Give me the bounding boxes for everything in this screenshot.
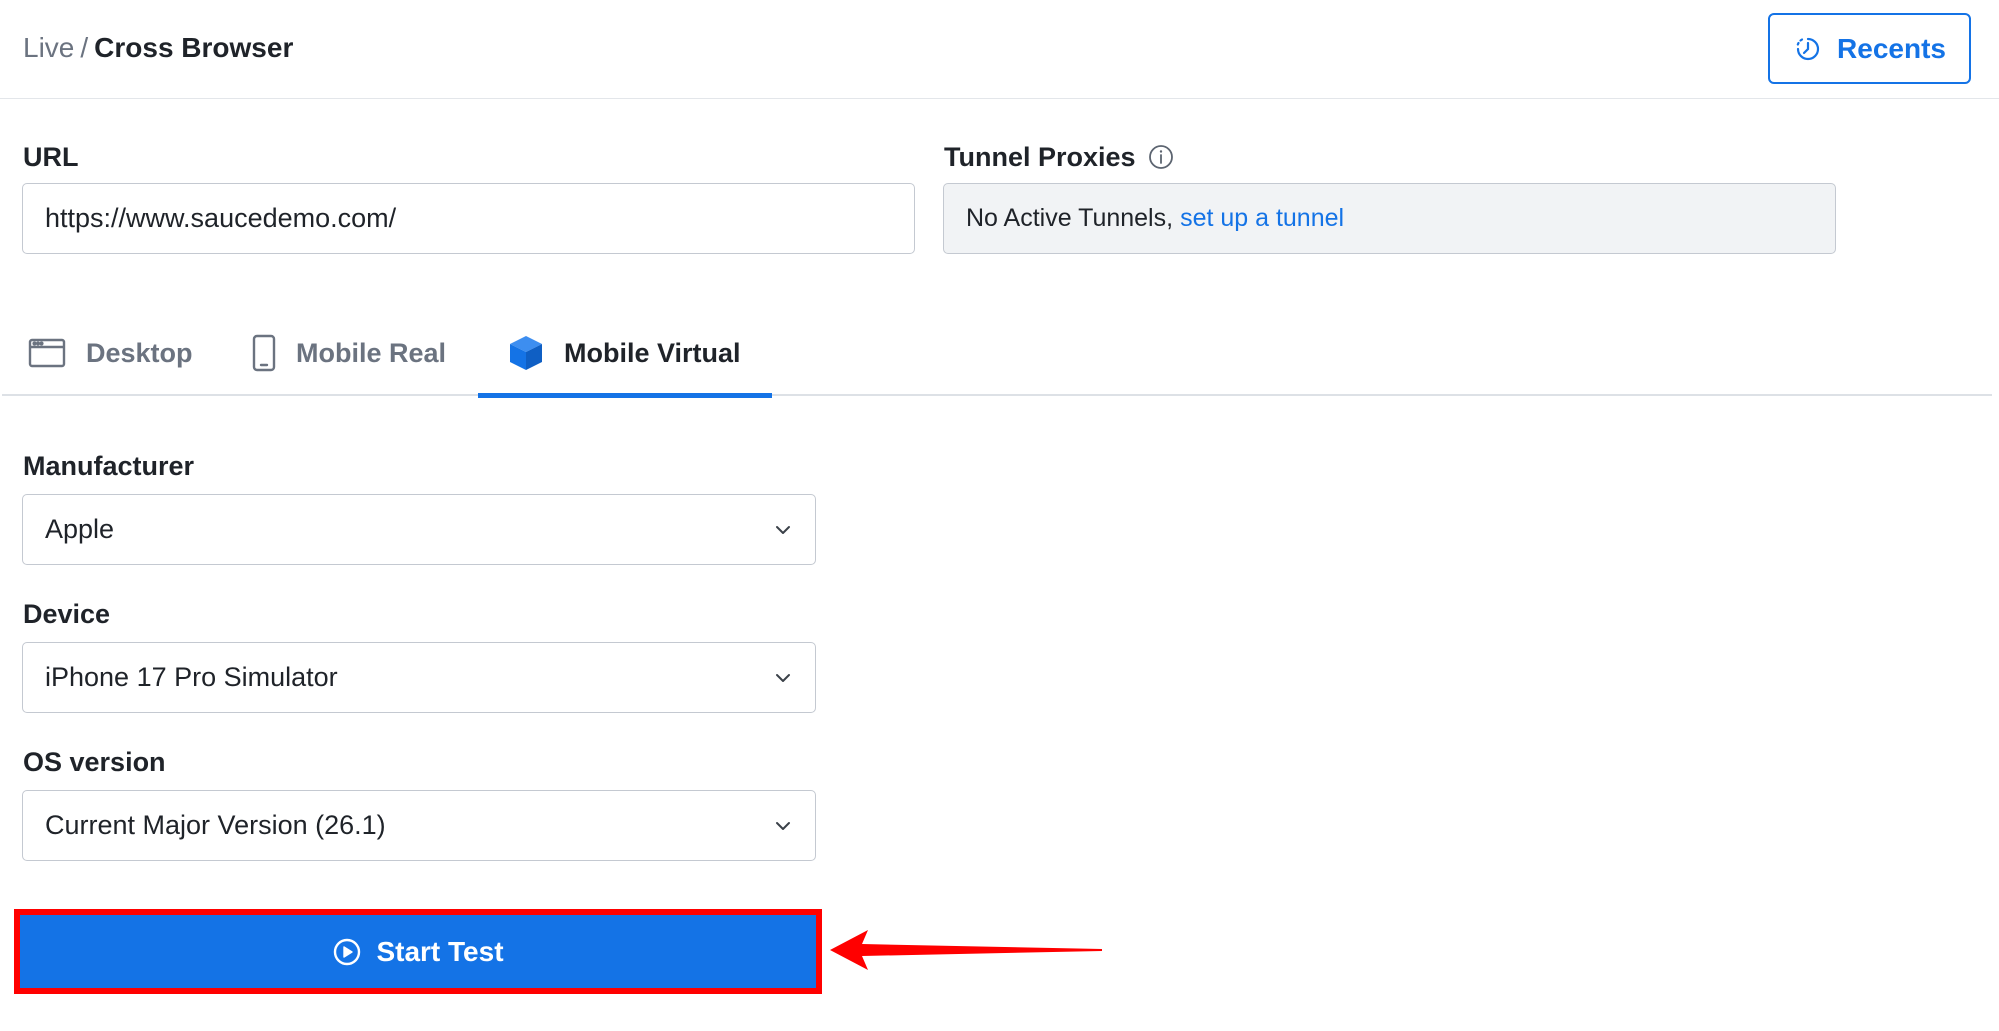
manufacturer-value: Apple [45, 514, 115, 544]
tunnel-proxies-label: Tunnel Proxies [944, 140, 1174, 174]
device-label: Device [23, 599, 111, 629]
tab-mobile-real[interactable]: Mobile Real [252, 310, 446, 396]
url-input[interactable] [22, 183, 915, 254]
os-version-value: Current Major Version (26.1) [45, 810, 386, 840]
tunnel-status-text: No Active Tunnels, [966, 204, 1174, 232]
tunnel-proxies-label-text: Tunnel Proxies [944, 142, 1136, 172]
chevron-down-icon [776, 525, 790, 534]
cube-icon [510, 336, 542, 370]
info-icon[interactable] [1148, 144, 1174, 170]
tunnel-status-box: No Active Tunnels, set up a tunnel [943, 183, 1836, 254]
tab-desktop-label: Desktop [86, 337, 193, 368]
tab-mobile-virtual-label: Mobile Virtual [564, 337, 741, 368]
tab-mobile-real-label: Mobile Real [296, 337, 447, 368]
smartphone-icon [252, 334, 276, 372]
setup-tunnel-link[interactable]: set up a tunnel [1180, 204, 1344, 233]
breadcrumb-live-link[interactable]: Live [23, 32, 74, 63]
url-label: URL [23, 142, 79, 172]
device-type-tabs: Desktop Mobile Real Mobile Virtual [2, 310, 1992, 398]
breadcrumb-current: Cross Browser [94, 32, 294, 63]
history-clock-icon [1796, 37, 1820, 60]
breadcrumb-separator: / [80, 32, 89, 63]
start-test-label: Start Test [376, 935, 504, 967]
tab-desktop[interactable]: Desktop [28, 310, 193, 396]
breadcrumb: Live / Cross Browser [23, 30, 293, 66]
play-circle-icon [334, 938, 361, 965]
start-test-button[interactable]: Start Test [20, 915, 816, 988]
recents-label: Recents [1837, 32, 1946, 64]
active-tab-indicator [478, 393, 772, 398]
annotation-arrow-icon [830, 930, 1102, 970]
tab-mobile-virtual[interactable]: Mobile Virtual [478, 310, 772, 398]
os-version-label: OS version [23, 747, 166, 777]
live-cross-browser-page: Live/Cross Browser Recents URL Tunnel Pr… [0, 0, 1999, 1031]
chevron-down-icon [776, 673, 790, 682]
manufacturer-select[interactable]: Apple [22, 494, 816, 565]
manufacturer-label: Manufacturer [23, 451, 195, 481]
recents-button[interactable]: Recents [1768, 13, 1971, 84]
browser-window-icon [28, 338, 66, 368]
page-header: Live / Cross Browser Recents [0, 0, 1999, 99]
device-select[interactable]: iPhone 17 Pro Simulator [22, 642, 816, 713]
os-version-select[interactable]: Current Major Version (26.1) [22, 790, 816, 861]
chevron-down-icon [776, 821, 790, 830]
device-value: iPhone 17 Pro Simulator [45, 662, 338, 692]
